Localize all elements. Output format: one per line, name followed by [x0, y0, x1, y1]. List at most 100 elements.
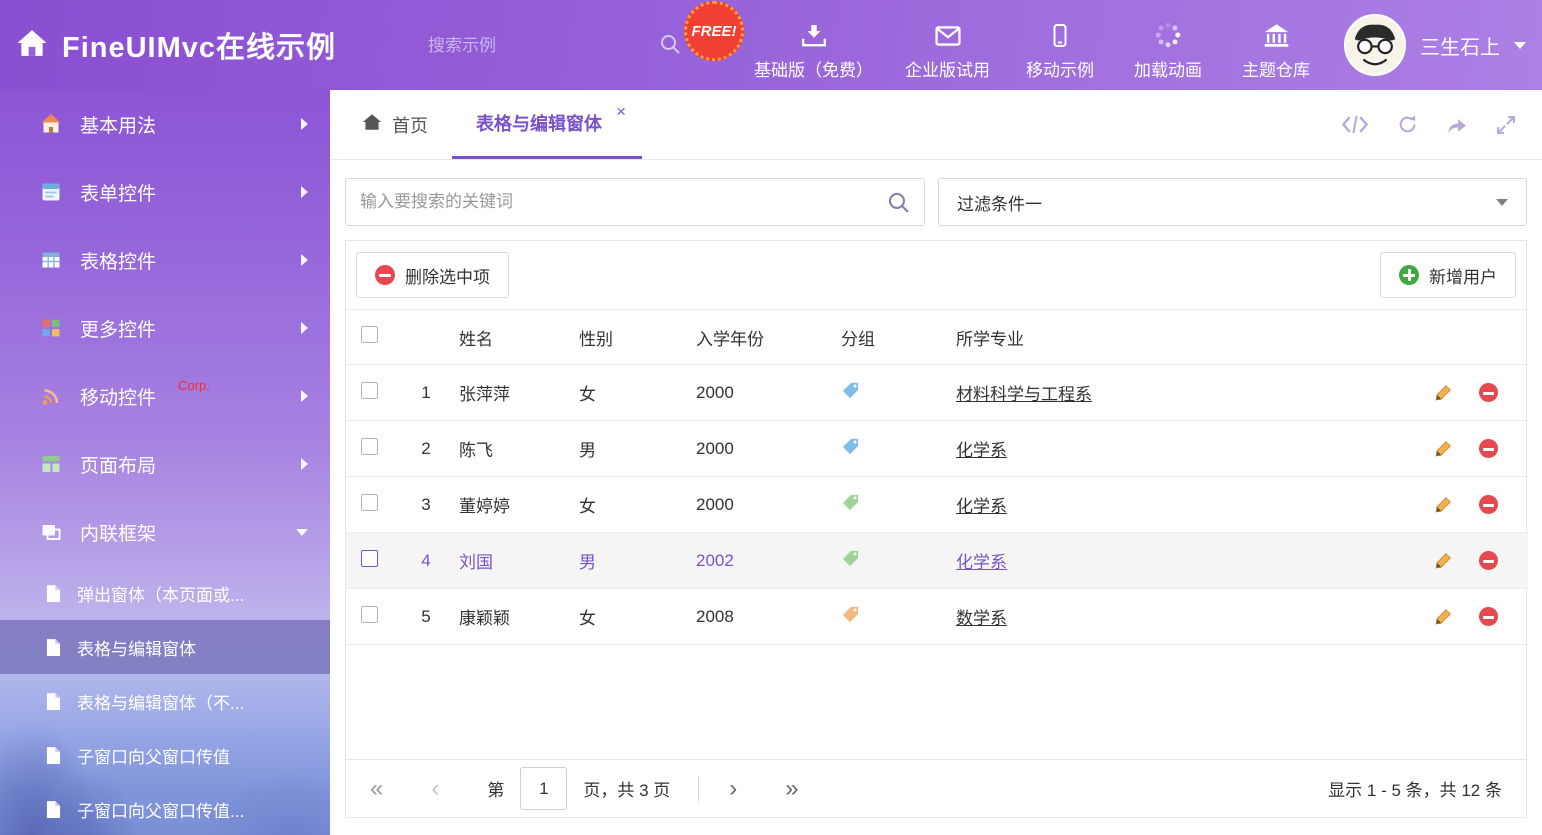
row-number: 1 — [401, 365, 451, 421]
cell-name: 康颖颖 — [451, 589, 571, 645]
last-page-button[interactable]: » — [785, 777, 798, 801]
edit-icon[interactable] — [1434, 383, 1453, 402]
header-search[interactable] — [428, 28, 648, 64]
cell-year: 2000 — [688, 365, 833, 421]
major-link[interactable]: 化学系 — [956, 497, 1007, 516]
sidebar-item-label: 表单控件 — [80, 179, 156, 206]
code-icon[interactable] — [1341, 115, 1369, 134]
spinner-icon — [1155, 20, 1181, 48]
sidebar-item-mobile-controls[interactable]: 移动控件 Corp. — [0, 362, 330, 430]
delete-icon[interactable] — [1479, 551, 1498, 570]
tag-icon — [841, 549, 860, 568]
signal-icon — [40, 385, 62, 407]
sidebar-item-page-layout[interactable]: 页面布局 — [0, 430, 330, 498]
nav-theme-repo[interactable]: 主题仓库 — [1222, 10, 1330, 81]
chevron-right-icon — [301, 118, 308, 130]
edit-icon[interactable] — [1434, 439, 1453, 458]
filter-dropdown[interactable]: 过滤条件一 — [938, 178, 1527, 226]
sidebar-subitem-label: 子窗口向父窗口传值... — [77, 797, 244, 822]
grid-empty-area — [346, 645, 1526, 759]
row-checkbox[interactable] — [361, 438, 378, 455]
nav-basic-free[interactable]: 基础版（免费） — [738, 10, 889, 81]
refresh-icon[interactable] — [1397, 114, 1418, 135]
envelope-icon — [934, 20, 962, 48]
cell-gender: 女 — [571, 365, 688, 421]
cell-gender: 男 — [571, 533, 688, 589]
add-user-button[interactable]: 新增用户 — [1380, 252, 1516, 298]
sidebar-subitem-grid-edit-window[interactable]: 表格与编辑窗体 — [0, 620, 330, 674]
frame-icon — [40, 521, 62, 543]
sidebar-subitem-popup-window[interactable]: 弹出窗体（本页面或... — [0, 566, 330, 620]
keyword-search-input[interactable] — [360, 192, 887, 212]
sidebar-item-label: 内联框架 — [80, 519, 156, 546]
filter-dropdown-value: 过滤条件一 — [957, 190, 1042, 215]
sidebar-item-form-controls[interactable]: 表单控件 — [0, 158, 330, 226]
delete-icon[interactable] — [1479, 495, 1498, 514]
search-icon[interactable] — [887, 191, 910, 214]
user-menu[interactable]: 三生石上 — [1344, 0, 1526, 90]
chevron-right-icon — [301, 322, 308, 334]
avatar[interactable] — [1344, 14, 1406, 76]
table-row[interactable]: 5 康颖颖 女 2008 数学系 — [346, 589, 1528, 645]
edit-icon[interactable] — [1434, 607, 1453, 626]
keyword-search[interactable] — [345, 178, 925, 226]
nav-label: 基础版（免费） — [754, 56, 873, 81]
table-row[interactable]: 1 张萍萍 女 2000 材料科学与工程系 — [346, 365, 1528, 421]
header-nav: 基础版（免费） 企业版试用 移动示例 加载动画 — [738, 0, 1330, 90]
prev-page-button[interactable]: ‹ — [431, 777, 439, 801]
close-icon[interactable]: × — [616, 103, 626, 120]
cell-year: 2002 — [688, 533, 833, 589]
major-link[interactable]: 化学系 — [956, 553, 1007, 572]
row-checkbox[interactable] — [361, 606, 378, 623]
nav-mobile-demo[interactable]: 移动示例 — [1006, 10, 1114, 81]
sidebar-subitem-grid-edit-window-alt[interactable]: 表格与编辑窗体（不... — [0, 674, 330, 728]
table-row[interactable]: 2 陈飞 男 2000 化学系 — [346, 421, 1528, 477]
delete-icon[interactable] — [1479, 383, 1498, 402]
edit-icon[interactable] — [1434, 495, 1453, 514]
cell-gender: 女 — [571, 589, 688, 645]
sidebar-item-grid-controls[interactable]: 表格控件 — [0, 226, 330, 294]
major-link[interactable]: 化学系 — [956, 441, 1007, 460]
expand-icon[interactable] — [1496, 115, 1516, 135]
row-checkbox[interactable] — [361, 550, 378, 567]
app-title: FineUIMvc在线示例 — [62, 24, 336, 66]
major-link[interactable]: 材料科学与工程系 — [956, 385, 1092, 404]
add-circle-icon — [1399, 265, 1419, 285]
header-search-input[interactable] — [428, 36, 649, 56]
table-row-selected[interactable]: 4 刘国 男 2002 化学系 — [346, 533, 1528, 589]
sidebar-item-label: 更多控件 — [80, 315, 156, 342]
share-icon[interactable] — [1446, 115, 1468, 135]
nav-loading-animation[interactable]: 加载动画 — [1114, 10, 1222, 81]
delete-selected-button[interactable]: 删除选中项 — [356, 252, 509, 298]
sidebar-subitem-child-to-parent[interactable]: 子窗口向父窗口传值 — [0, 728, 330, 782]
tab-grid-edit-window[interactable]: 表格与编辑窗体 × — [452, 90, 642, 159]
app-home-icon[interactable] — [16, 29, 48, 62]
sidebar-item-inline-frame[interactable]: 内联框架 — [0, 498, 330, 566]
sidebar-item-basic-usage[interactable]: 基本用法 — [0, 90, 330, 158]
row-number: 2 — [401, 421, 451, 477]
search-icon[interactable] — [659, 33, 681, 60]
page-suffix-label: 页，共 3 页 — [583, 776, 670, 801]
nav-enterprise-trial[interactable]: 企业版试用 — [889, 10, 1006, 81]
select-all-checkbox[interactable] — [361, 326, 378, 343]
row-checkbox[interactable] — [361, 382, 378, 399]
major-link[interactable]: 数学系 — [956, 609, 1007, 628]
table-icon — [40, 249, 62, 271]
corp-badge: Corp. — [178, 378, 210, 393]
first-page-button[interactable]: « — [370, 777, 383, 801]
delete-icon[interactable] — [1479, 439, 1498, 458]
delete-icon[interactable] — [1479, 607, 1498, 626]
page-number-input[interactable] — [520, 767, 567, 810]
sidebar-subitem-child-to-parent-alt[interactable]: 子窗口向父窗口传值... — [0, 782, 330, 835]
edit-icon[interactable] — [1434, 551, 1453, 570]
sidebar-item-more-controls[interactable]: 更多控件 — [0, 294, 330, 362]
row-checkbox[interactable] — [361, 494, 378, 511]
file-icon — [46, 800, 61, 819]
next-page-button[interactable]: › — [729, 777, 737, 801]
tab-bar: 首页 表格与编辑窗体 × — [330, 90, 1542, 160]
cell-year: 2008 — [688, 589, 833, 645]
cell-name: 陈飞 — [451, 421, 571, 477]
column-header-group: 分组 — [833, 310, 948, 365]
tab-home[interactable]: 首页 — [338, 90, 452, 159]
table-row[interactable]: 3 董婷婷 女 2000 化学系 — [346, 477, 1528, 533]
